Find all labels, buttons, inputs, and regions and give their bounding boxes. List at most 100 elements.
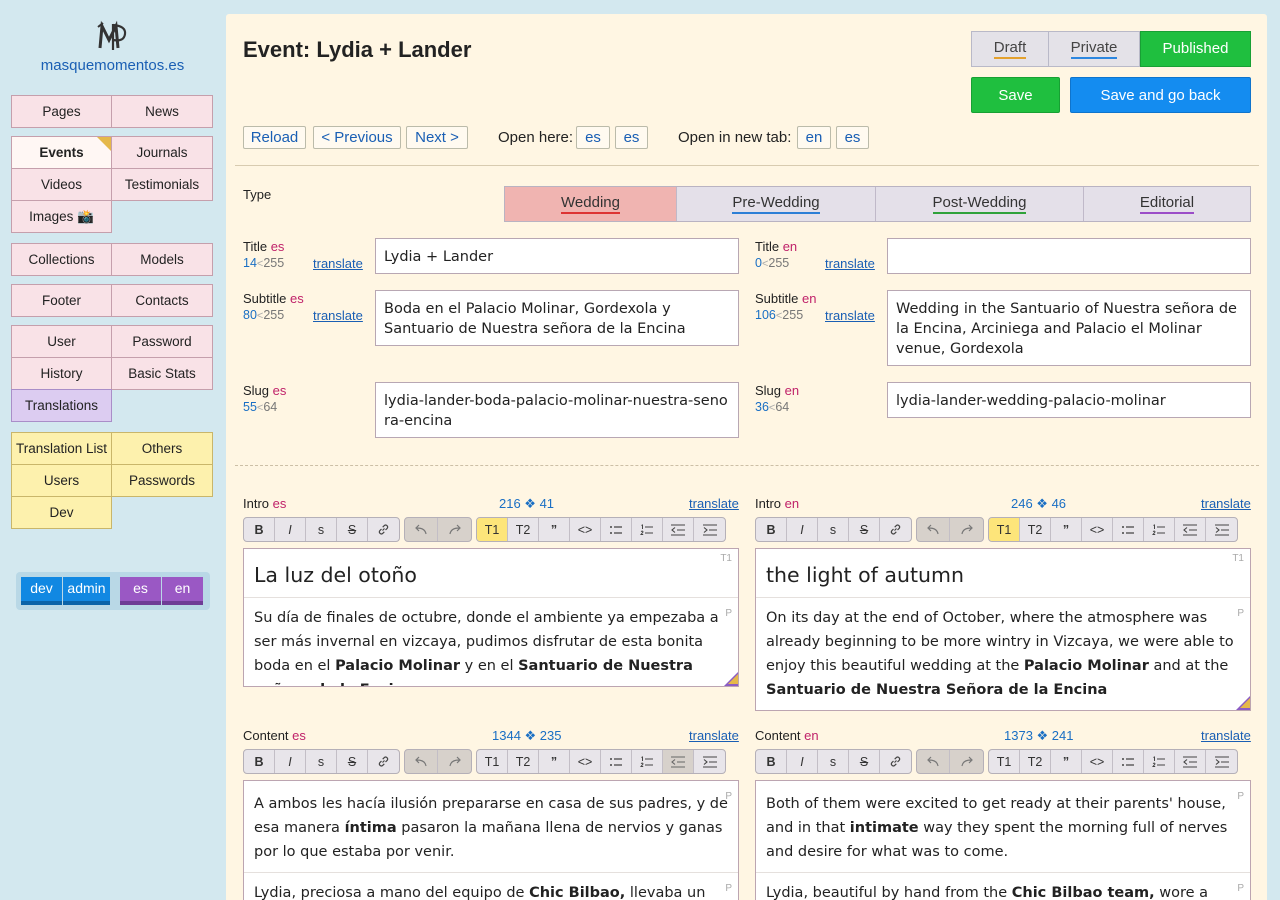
link-button[interactable] [880,518,911,541]
italic-button[interactable]: I [275,518,306,541]
nav-others[interactable]: Others [111,432,213,465]
t2-button[interactable]: T2 [1020,750,1051,773]
subtitle-es-translate-link[interactable]: translate [313,308,363,323]
italic-button[interactable]: I [275,750,306,773]
nav-testimonials[interactable]: Testimonials [111,168,213,201]
quote-button[interactable]: ” [539,750,570,773]
type-pre-wedding[interactable]: Pre-Wedding [677,187,876,221]
bold-button[interactable]: B [244,518,275,541]
intro-es-translate-link[interactable]: translate [689,496,739,511]
bullet-list-button[interactable] [601,750,632,773]
open-here-es[interactable]: es [576,126,610,149]
nav-events[interactable]: Events [11,136,112,169]
chip-dev[interactable]: dev [21,577,62,605]
title-es-translate-link[interactable]: translate [313,256,363,271]
nav-images[interactable]: Images 📸 [11,200,112,233]
italic-button[interactable]: I [787,750,818,773]
nav-footer[interactable]: Footer [11,284,112,317]
numbered-list-button[interactable] [1144,518,1175,541]
content-en-paragraph-2[interactable]: Lydia, beautiful by hand from the Chic B… [756,872,1250,900]
t1-button[interactable]: T1 [989,750,1020,773]
indent-button[interactable] [1206,518,1237,541]
slug-es-input[interactable]: lydia-lander-boda-palacio-molinar-nuestr… [375,382,739,438]
quote-button[interactable]: ” [539,518,570,541]
link-button[interactable] [880,750,911,773]
save-and-go-back-button[interactable]: Save and go back [1070,77,1251,113]
intro-es-heading[interactable]: La luz del otoño T1 [244,549,738,597]
nav-models[interactable]: Models [111,243,213,276]
slug-en-input[interactable]: lydia-lander-wedding-palacio-molinar [887,382,1251,418]
undo-button[interactable] [405,750,438,773]
t1-button[interactable]: T1 [477,750,508,773]
type-editorial[interactable]: Editorial [1084,187,1250,221]
subtitle-en-input[interactable]: Wedding in the Santuario of Nuestra seño… [887,290,1251,366]
chip-es[interactable]: es [120,577,161,605]
bold-button[interactable]: B [756,518,787,541]
strike-button[interactable]: S [849,518,880,541]
site-name[interactable]: masquemomentos.es [0,57,225,74]
intro-en-heading[interactable]: the light of autumn T1 [756,549,1250,597]
outdent-button[interactable] [1175,518,1206,541]
strike-button[interactable]: S [337,518,368,541]
indent-button[interactable] [694,750,725,773]
t1-button[interactable]: T1 [989,518,1020,541]
numbered-list-button[interactable] [1144,750,1175,773]
bullet-list-button[interactable] [1113,518,1144,541]
small-button[interactable]: s [818,518,849,541]
link-button[interactable] [368,750,399,773]
undo-button[interactable] [917,518,950,541]
intro-en-translate-link[interactable]: translate [1201,496,1251,511]
content-es-translate-link[interactable]: translate [689,728,739,743]
redo-button[interactable] [950,750,983,773]
link-button[interactable] [368,518,399,541]
intro-en-editor[interactable]: the light of autumn T1 On its day at the … [755,548,1251,711]
open-tab-es[interactable]: es [836,126,869,149]
strike-button[interactable]: S [849,750,880,773]
code-button[interactable]: <> [1082,750,1113,773]
t1-button[interactable]: T1 [477,518,508,541]
resize-handle[interactable] [724,672,738,686]
content-es-paragraph-2[interactable]: Lydia, preciosa a mano del equipo de Chi… [244,872,738,900]
outdent-button[interactable] [663,750,694,773]
intro-es-paragraph[interactable]: Su día de finales de octubre, donde el a… [244,597,738,686]
numbered-list-button[interactable] [632,750,663,773]
subtitle-en-translate-link[interactable]: translate [825,308,875,323]
nav-news[interactable]: News [111,95,213,128]
content-en-editor[interactable]: Both of them were excited to get ready a… [755,780,1251,900]
bold-button[interactable]: B [244,750,275,773]
nav-contacts[interactable]: Contacts [111,284,213,317]
outdent-button[interactable] [1175,750,1206,773]
previous-button[interactable]: < Previous [313,126,401,149]
strike-button[interactable]: S [337,750,368,773]
chip-admin[interactable]: admin [63,577,110,605]
open-here-en-es[interactable]: es [615,126,648,149]
reload-button[interactable]: Reload [243,126,306,149]
small-button[interactable]: s [306,518,337,541]
indent-button[interactable] [1206,750,1237,773]
italic-button[interactable]: I [787,518,818,541]
t2-button[interactable]: T2 [508,750,539,773]
bold-button[interactable]: B [756,750,787,773]
chip-en[interactable]: en [162,577,203,605]
type-wedding[interactable]: Wedding [505,187,677,221]
nav-pages[interactable]: Pages [11,95,112,128]
content-es-paragraph-1[interactable]: A ambos les hacía ilusión prepararse en … [244,781,738,872]
nav-history[interactable]: History [11,357,112,390]
code-button[interactable]: <> [570,750,601,773]
nav-password[interactable]: Password [111,325,213,358]
undo-button[interactable] [917,750,950,773]
mp-monogram-logo[interactable] [96,20,130,52]
intro-en-paragraph[interactable]: On its day at the end of October, where … [756,597,1250,706]
nav-collections[interactable]: Collections [11,243,112,276]
redo-button[interactable] [950,518,983,541]
undo-button[interactable] [405,518,438,541]
open-tab-en[interactable]: en [797,126,831,149]
title-en-translate-link[interactable]: translate [825,256,875,271]
nav-passwords[interactable]: Passwords [111,464,213,497]
small-button[interactable]: s [818,750,849,773]
resize-handle[interactable] [1236,696,1250,710]
intro-es-editor[interactable]: La luz del otoño T1 Su día de finales de … [243,548,739,687]
subtitle-es-input[interactable]: Boda en el Palacio Molinar, Gordexola y … [375,290,739,346]
t2-button[interactable]: T2 [508,518,539,541]
quote-button[interactable]: ” [1051,750,1082,773]
